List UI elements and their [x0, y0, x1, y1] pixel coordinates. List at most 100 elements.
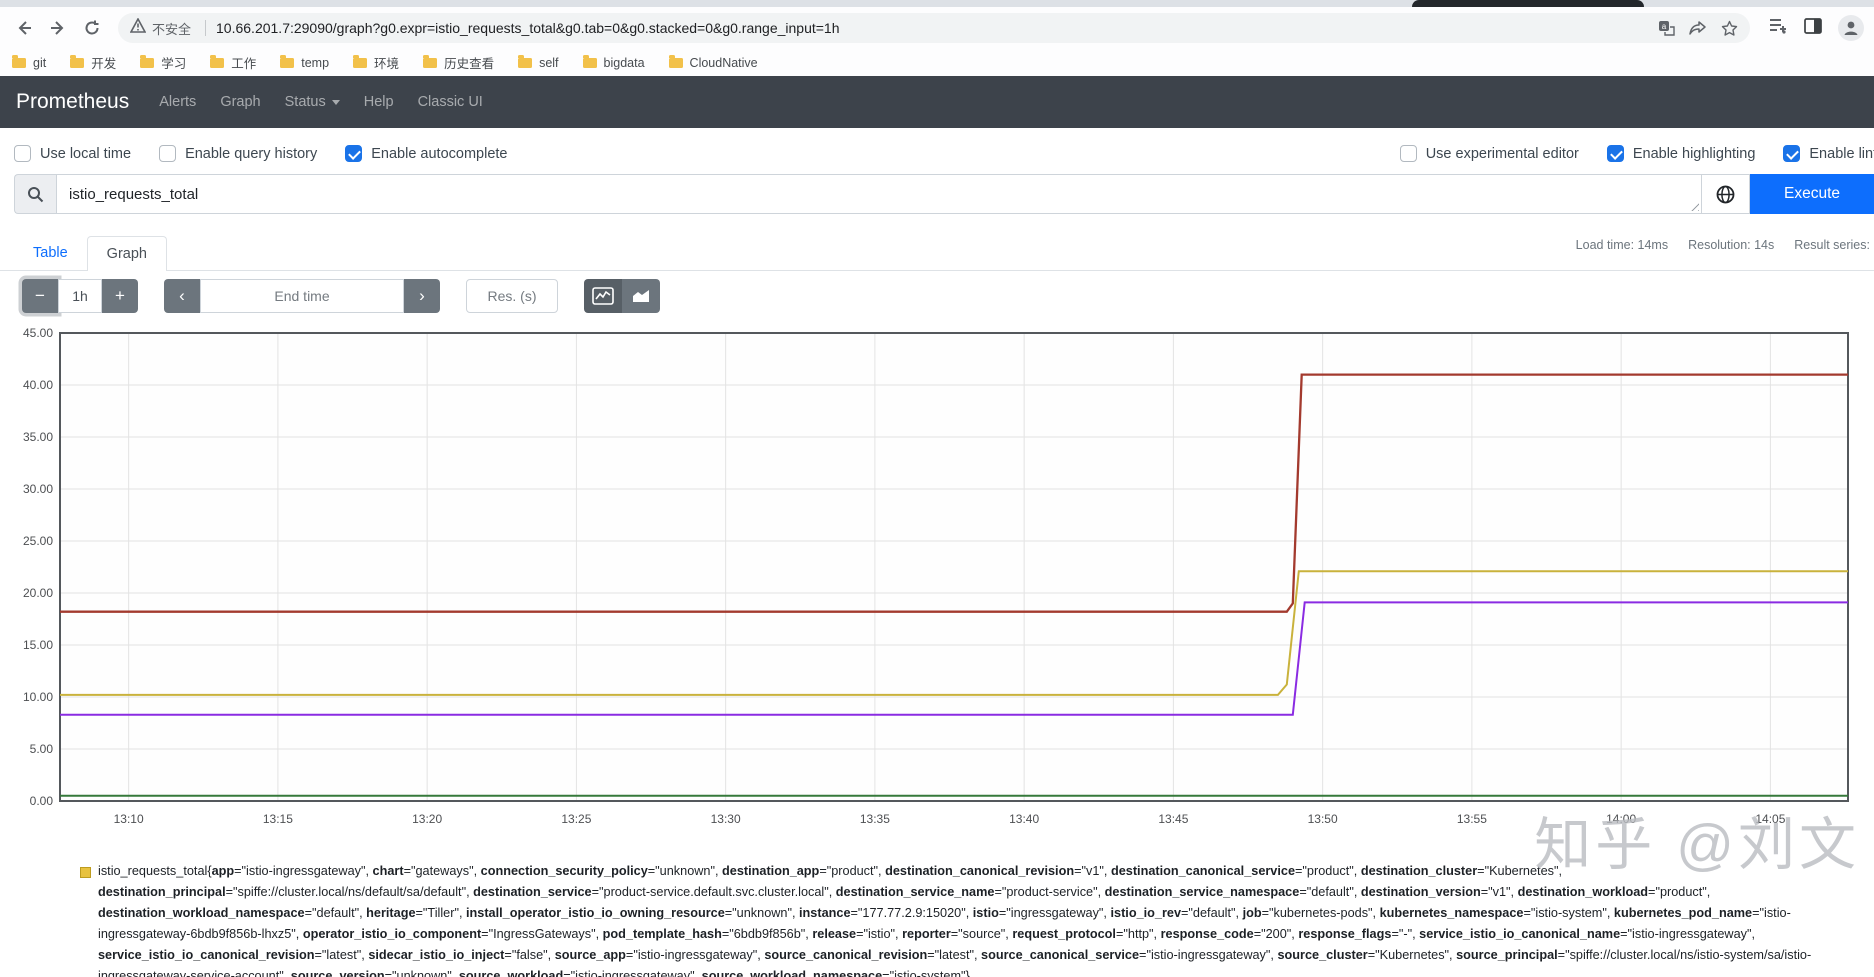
bookmark-label: git — [33, 55, 47, 70]
line-chart[interactable]: 0.00 5.00 10.00 15.00 20.00 25.00 30.00 35.00 40… — [0, 323, 1874, 831]
line-chart-icon — [592, 287, 614, 305]
svg-text:20.00: 20.00 — [23, 586, 53, 600]
checkbox-experimental-editor[interactable]: Use experimental editor — [1399, 145, 1579, 162]
svg-text:0.00: 0.00 — [30, 794, 54, 808]
folder-icon — [280, 54, 295, 68]
checkbox-autocomplete[interactable]: Enable autocomplete — [345, 145, 508, 162]
query-input-wrap — [56, 174, 1702, 214]
checkbox-box[interactable] — [14, 145, 31, 162]
checkbox-use-local-time[interactable]: Use local time — [14, 145, 131, 162]
svg-text:13:35: 13:35 — [860, 812, 890, 826]
bookmark-item[interactable]: 历史查看 — [423, 53, 494, 72]
nav-status[interactable]: Status — [285, 94, 340, 110]
svg-text:40.00: 40.00 — [23, 378, 53, 392]
reading-list-icon[interactable] — [1768, 17, 1788, 40]
bookmark-item[interactable]: 开发 — [70, 53, 116, 72]
prometheus-navbar: Prometheus Alerts Graph Status Help Clas… — [0, 76, 1874, 128]
search-icon — [14, 174, 56, 214]
line-chart-mode-button[interactable] — [584, 279, 622, 313]
series-swatch[interactable] — [80, 867, 91, 878]
bookmark-item[interactable]: self — [518, 54, 559, 70]
bookmark-item[interactable]: temp — [280, 54, 330, 70]
watermark: 知乎 @刘文 — [1534, 813, 1860, 877]
resolution-input[interactable] — [466, 279, 558, 313]
nav-help[interactable]: Help — [364, 94, 394, 110]
nav-graph[interactable]: Graph — [220, 94, 260, 110]
nav-alerts[interactable]: Alerts — [159, 94, 196, 110]
svg-text:13:55: 13:55 — [1457, 812, 1487, 826]
nav-status-label: Status — [284, 94, 326, 110]
bookmark-label: 开发 — [91, 57, 117, 71]
checkbox-linter[interactable]: Enable linter — [1783, 145, 1874, 162]
metrics-explorer-globe-icon[interactable] — [1702, 174, 1750, 214]
range-decrease-button[interactable]: − — [22, 279, 58, 313]
svg-text:10.00: 10.00 — [23, 690, 53, 704]
svg-text:13:40: 13:40 — [1009, 812, 1039, 826]
execute-button[interactable]: Execute — [1750, 174, 1874, 214]
svg-text:30.00: 30.00 — [23, 482, 53, 496]
query-row: Execute — [14, 174, 1874, 214]
svg-text:13:20: 13:20 — [412, 812, 442, 826]
svg-text:13:15: 13:15 — [263, 812, 293, 826]
bookmark-item[interactable]: 工作 — [210, 53, 256, 72]
tab-graph[interactable]: Graph — [86, 236, 167, 271]
end-time-input[interactable] — [200, 279, 404, 313]
bookmark-star-icon[interactable] — [1721, 20, 1738, 37]
checkbox-label: Enable highlighting — [1632, 145, 1756, 162]
forward-icon[interactable] — [44, 14, 72, 42]
checkbox-box[interactable] — [1606, 145, 1624, 162]
bookmark-item[interactable]: git — [12, 54, 47, 70]
svg-text:15.00: 15.00 — [23, 638, 53, 652]
folder-icon — [210, 54, 225, 68]
svg-text:14:05: 14:05 — [1755, 812, 1785, 826]
svg-text:a: a — [1662, 22, 1667, 31]
svg-text:25.00: 25.00 — [23, 534, 53, 548]
browser-tab-strip — [0, 0, 1874, 7]
query-input[interactable] — [57, 175, 1701, 213]
range-increase-button[interactable]: + — [102, 279, 138, 313]
side-panel-icon[interactable] — [1804, 17, 1822, 39]
checkbox-box[interactable] — [345, 145, 363, 162]
resolution: Resolution: 14s — [1688, 238, 1775, 252]
checkbox-label: Enable autocomplete — [371, 145, 508, 162]
checkbox-label: Use local time — [40, 145, 132, 162]
back-icon[interactable] — [10, 14, 38, 42]
translate-icon[interactable]: a — [1658, 20, 1675, 37]
nav-classic-ui[interactable]: Classic UI — [418, 94, 483, 110]
chart-area[interactable]: 0.00 5.00 10.00 15.00 20.00 25.00 30.00 35.00 40… — [0, 323, 1874, 831]
svg-text:13:10: 13:10 — [114, 812, 144, 826]
checkbox-highlighting[interactable]: Enable highlighting — [1606, 145, 1756, 162]
range-input[interactable] — [58, 279, 102, 313]
tab-table[interactable]: Table — [14, 236, 87, 270]
checkbox-box[interactable] — [1783, 145, 1801, 162]
checkbox-query-history[interactable]: Enable query history — [159, 145, 317, 162]
browser-tab[interactable] — [1412, 0, 1644, 7]
svg-text:45.00: 45.00 — [23, 326, 53, 340]
checkbox-label: Enable query history — [185, 145, 318, 162]
checkbox-box[interactable] — [1399, 145, 1417, 162]
bookmark-label: temp — [301, 55, 330, 70]
bookmark-item[interactable]: 学习 — [140, 53, 186, 72]
bookmark-item[interactable]: CloudNative — [668, 54, 758, 70]
warning-icon[interactable] — [129, 17, 147, 38]
time-back-button[interactable]: ‹ — [164, 279, 200, 313]
bookmark-label: 学习 — [161, 57, 187, 71]
share-icon[interactable] — [1689, 20, 1707, 36]
time-forward-button[interactable]: › — [404, 279, 440, 313]
url-text[interactable]: 10.66.201.7:29090/graph?g0.expr=istio_re… — [216, 20, 1644, 36]
bookmark-label: CloudNative — [689, 55, 758, 70]
profile-avatar[interactable] — [1838, 15, 1864, 41]
security-label[interactable]: 不安全 — [152, 19, 191, 38]
svg-text:13:50: 13:50 — [1308, 812, 1338, 826]
stacked-chart-mode-button[interactable] — [622, 279, 660, 313]
bookmark-item[interactable]: bigdata — [582, 54, 645, 70]
bookmarks-bar: git 开发 学习 工作 temp 环境 历史查看 self bigdata CloudNativ… — [0, 49, 1874, 76]
svg-text:14:00: 14:00 — [1606, 812, 1636, 826]
prometheus-brand[interactable]: Prometheus — [16, 90, 129, 114]
reload-icon[interactable] — [78, 14, 106, 42]
bookmark-item[interactable]: 环境 — [353, 53, 399, 72]
bookmark-label: 环境 — [374, 57, 400, 71]
series-label-text[interactable]: istio_requests_total{app="istio-ingressg… — [98, 861, 1830, 977]
address-bar[interactable]: 不安全 10.66.201.7:29090/graph?g0.expr=isti… — [118, 13, 1750, 43]
checkbox-box[interactable] — [159, 145, 177, 162]
